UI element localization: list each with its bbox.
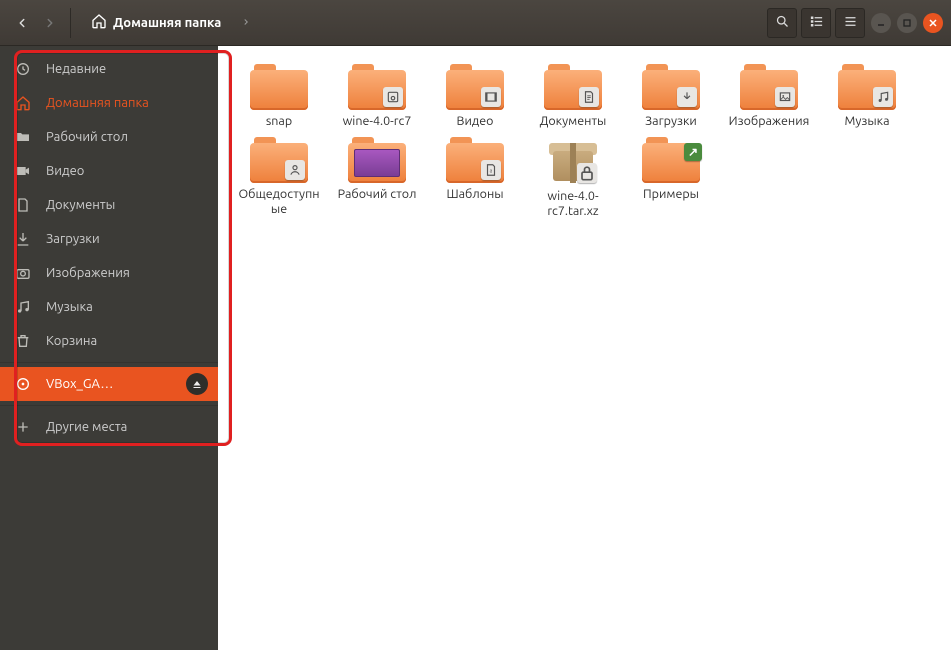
sidebar-item-videos[interactable]: Видео bbox=[0, 154, 218, 188]
music-icon bbox=[14, 299, 32, 315]
sidebar-item-documents[interactable]: Документы bbox=[0, 188, 218, 222]
file-item[interactable]: Документы bbox=[526, 64, 620, 129]
file-item[interactable]: wine-4.0-rc7.tar.xz bbox=[526, 137, 620, 219]
file-item[interactable]: snap bbox=[232, 64, 326, 129]
file-label: wine-4.0-rc7.tar.xz bbox=[528, 189, 618, 219]
folder-video-icon bbox=[446, 64, 504, 110]
disc-icon bbox=[14, 376, 32, 392]
file-item[interactable]: a Шаблоны bbox=[428, 137, 522, 219]
forward-button[interactable] bbox=[36, 9, 64, 37]
sidebar-item-label: Другие места bbox=[46, 420, 127, 434]
file-label: Общедоступные bbox=[234, 187, 324, 217]
sidebar-item-label: VBox_GA… bbox=[46, 377, 113, 391]
sidebar-item-label: Корзина bbox=[46, 334, 97, 348]
file-label: Изображения bbox=[729, 114, 810, 129]
file-item[interactable]: wine-4.0-rc7 bbox=[330, 64, 424, 129]
file-item[interactable]: Видео bbox=[428, 64, 522, 129]
home-icon bbox=[91, 13, 113, 32]
path-segment-home[interactable]: Домашняя папка bbox=[77, 8, 235, 38]
back-button[interactable] bbox=[8, 9, 36, 37]
file-label: Документы bbox=[540, 114, 607, 129]
sidebar-item-label: Домашняя папка bbox=[46, 96, 149, 110]
folder-music-icon bbox=[838, 64, 896, 110]
close-button[interactable] bbox=[923, 13, 943, 33]
folder-disk-icon bbox=[348, 64, 406, 110]
folder-templates-icon: a bbox=[446, 137, 504, 183]
sidebar-item-label: Видео bbox=[46, 164, 84, 178]
chevron-right-icon bbox=[235, 16, 257, 30]
divider bbox=[0, 362, 218, 363]
separator bbox=[70, 8, 71, 38]
file-label: Рабочий стол bbox=[338, 187, 417, 202]
home-icon bbox=[14, 95, 32, 111]
sidebar-item-downloads[interactable]: Загрузки bbox=[0, 222, 218, 256]
sidebar-item-recent[interactable]: Недавние bbox=[0, 52, 218, 86]
folder-public-icon bbox=[250, 137, 308, 183]
divider bbox=[0, 405, 218, 406]
document-icon bbox=[14, 197, 32, 213]
svg-text:a: a bbox=[490, 167, 493, 173]
sidebar-item-pictures[interactable]: Изображения bbox=[0, 256, 218, 290]
file-label: snap bbox=[266, 114, 292, 129]
sidebar-item-label: Музыка bbox=[46, 300, 93, 314]
maximize-button[interactable] bbox=[897, 13, 917, 33]
file-label: Примеры bbox=[643, 187, 699, 202]
headerbar: Домашняя папка bbox=[0, 0, 951, 46]
sidebar: Недавние Домашняя папка Рабочий стол Вид… bbox=[0, 46, 218, 650]
sidebar-item-other-places[interactable]: Другие места bbox=[0, 410, 218, 444]
file-item[interactable]: Рабочий стол bbox=[330, 137, 424, 219]
sidebar-item-music[interactable]: Музыка bbox=[0, 290, 218, 324]
file-item[interactable]: Загрузки bbox=[624, 64, 718, 129]
sidebar-item-home[interactable]: Домашняя папка bbox=[0, 86, 218, 120]
file-item[interactable]: Изображения bbox=[722, 64, 816, 129]
plus-icon bbox=[14, 419, 32, 435]
path-label: Домашняя папка bbox=[113, 16, 221, 30]
file-item[interactable]: Примеры bbox=[624, 137, 718, 219]
folder-pictures-icon bbox=[740, 64, 798, 110]
file-label: wine-4.0-rc7 bbox=[343, 114, 412, 129]
file-label: Шаблоны bbox=[446, 187, 503, 202]
sidebar-item-label: Загрузки bbox=[46, 232, 100, 246]
sidebar-item-label: Изображения bbox=[46, 266, 130, 280]
sidebar-item-trash[interactable]: Корзина bbox=[0, 324, 218, 358]
folder-icon bbox=[250, 64, 308, 110]
icon-grid: snap wine-4.0-rc7 Видео Документы Загрузки Из… bbox=[232, 64, 937, 219]
archive-icon bbox=[549, 137, 597, 185]
sidebar-item-label: Документы bbox=[46, 198, 115, 212]
hamburger-icon bbox=[843, 14, 858, 32]
file-item[interactable]: Музыка bbox=[820, 64, 914, 129]
folder-downloads-icon bbox=[642, 64, 700, 110]
file-label: Видео bbox=[457, 114, 494, 129]
list-view-icon bbox=[809, 14, 824, 32]
file-manager-window: Домашняя папка bbox=[0, 0, 951, 650]
file-label: Загрузки bbox=[645, 114, 697, 129]
sidebar-item-vbox-disk[interactable]: VBox_GA… bbox=[0, 367, 218, 401]
clock-icon bbox=[14, 61, 32, 77]
menu-button[interactable] bbox=[835, 8, 865, 38]
sidebar-item-label: Рабочий стол bbox=[46, 130, 128, 144]
download-icon bbox=[14, 231, 32, 247]
folder-icon bbox=[14, 129, 32, 145]
sidebar-item-desktop[interactable]: Рабочий стол bbox=[0, 120, 218, 154]
eject-button[interactable] bbox=[186, 373, 208, 395]
trash-icon bbox=[14, 333, 32, 349]
folder-desktop-icon bbox=[348, 137, 406, 183]
search-icon bbox=[775, 14, 790, 32]
search-button[interactable] bbox=[767, 8, 797, 38]
content-area[interactable]: snap wine-4.0-rc7 Видео Документы Загрузки Из… bbox=[218, 46, 951, 650]
minimize-button[interactable] bbox=[871, 13, 891, 33]
video-icon bbox=[14, 163, 32, 179]
sidebar-item-label: Недавние bbox=[46, 62, 106, 76]
view-toggle-button[interactable] bbox=[801, 8, 831, 38]
folder-link-icon bbox=[642, 137, 700, 183]
file-item[interactable]: Общедоступные bbox=[232, 137, 326, 219]
file-label: Музыка bbox=[844, 114, 889, 129]
camera-icon bbox=[14, 265, 32, 281]
folder-docs-icon bbox=[544, 64, 602, 110]
